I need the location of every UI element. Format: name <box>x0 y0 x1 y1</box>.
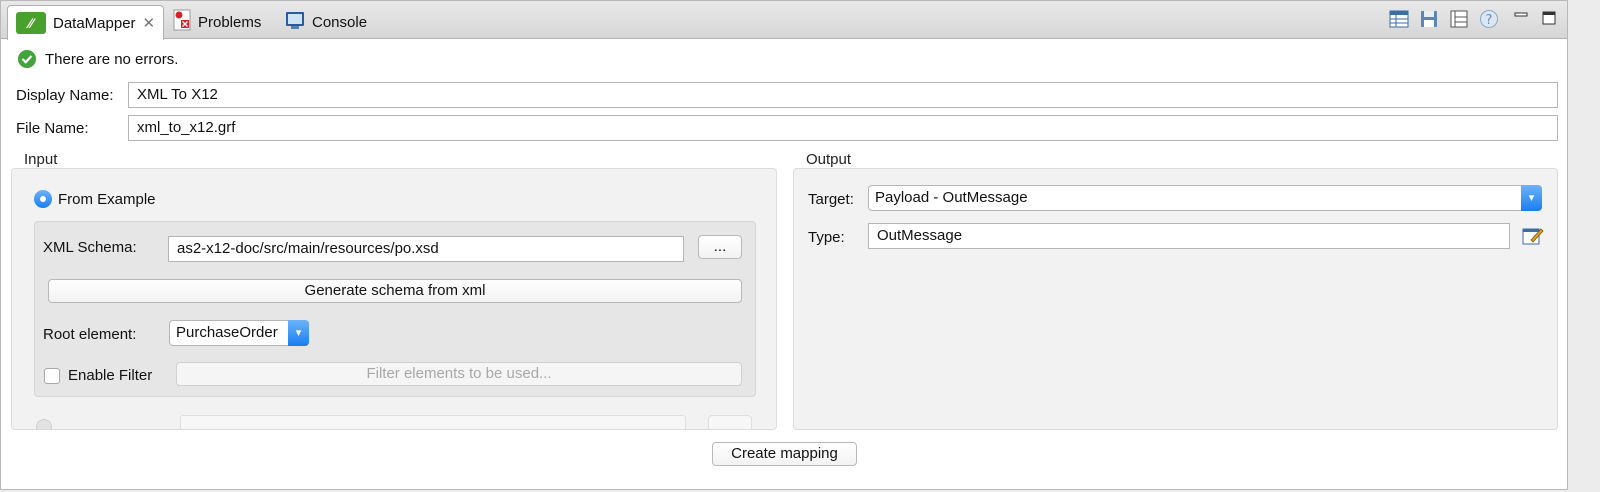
input-group-title: Input <box>24 151 58 168</box>
from-file-radio[interactable] <box>36 419 52 429</box>
type-field[interactable]: OutMessage <box>868 223 1510 249</box>
console-icon <box>285 10 305 34</box>
save-icon[interactable] <box>1419 9 1439 29</box>
maximize-icon[interactable] <box>1539 9 1559 29</box>
output-panel: Target: Payload - OutMessage ▾ Type: Out… <box>793 168 1558 430</box>
from-example-label: From Example <box>58 191 156 208</box>
table-icon[interactable] <box>1389 9 1409 29</box>
display-name-label: Display Name: <box>16 87 114 104</box>
schema-group: XML Schema: as2-x12-doc/src/main/resourc… <box>34 221 756 397</box>
tab-label: DataMapper <box>53 14 136 32</box>
xml-schema-field[interactable]: as2-x12-doc/src/main/resources/po.xsd <box>168 236 684 262</box>
root-element-select[interactable]: PurchaseOrder ▾ <box>169 320 309 346</box>
status-message: There are no errors. <box>17 49 178 69</box>
xml-schema-label: XML Schema: <box>43 239 137 256</box>
enable-filter-label: Enable Filter <box>68 367 153 384</box>
datamapper-window: ⁄⁄ DataMapper ✕ Problems Console ? There… <box>0 0 1568 490</box>
status-text: There are no errors. <box>45 50 179 68</box>
minimize-icon[interactable] <box>1511 9 1531 29</box>
tab-label: Console <box>312 13 368 31</box>
tab-datamapper[interactable]: ⁄⁄ DataMapper ✕ <box>7 5 165 40</box>
clipped-button[interactable] <box>708 415 752 429</box>
filter-elements-field[interactable]: Filter elements to be used... <box>176 362 742 386</box>
target-value: Payload - OutMessage <box>875 189 1028 206</box>
chevron-down-icon: ▾ <box>1521 185 1542 211</box>
check-circle-icon <box>18 50 36 68</box>
tab-label: Problems <box>198 13 262 31</box>
target-select[interactable]: Payload - OutMessage ▾ <box>868 185 1542 211</box>
tab-problems[interactable]: Problems <box>165 5 269 39</box>
root-element-value: PurchaseOrder <box>176 324 278 341</box>
clipped-field[interactable] <box>180 415 686 429</box>
from-example-radio[interactable] <box>34 190 52 208</box>
edit-icon[interactable] <box>1522 226 1544 246</box>
tree-icon[interactable] <box>1449 9 1469 29</box>
chevron-down-icon: ▾ <box>288 320 309 346</box>
file-name-label: File Name: <box>16 120 89 137</box>
display-name-field[interactable]: XML To X12 <box>128 82 1558 108</box>
root-element-label: Root element: <box>43 326 137 343</box>
tab-console[interactable]: Console <box>277 5 375 39</box>
svg-text:?: ? <box>1486 13 1493 28</box>
target-label: Target: <box>808 191 854 208</box>
type-label: Type: <box>808 229 845 246</box>
help-icon[interactable]: ? <box>1479 9 1499 29</box>
problems-icon <box>173 9 191 35</box>
file-name-field[interactable]: xml_to_x12.grf <box>128 115 1558 141</box>
input-panel: From Example XML Schema: as2-x12-doc/src… <box>11 168 777 430</box>
enable-filter-checkbox[interactable] <box>44 368 60 384</box>
close-icon[interactable]: ✕ <box>143 14 156 32</box>
create-mapping-button[interactable]: Create mapping <box>712 442 857 466</box>
tab-bar: ⁄⁄ DataMapper ✕ Problems Console ? <box>1 1 1567 40</box>
generate-schema-button[interactable]: Generate schema from xml <box>48 279 742 303</box>
datamapper-icon: ⁄⁄ <box>16 12 46 34</box>
output-group-title: Output <box>806 151 852 168</box>
browse-button[interactable]: ... <box>698 235 742 259</box>
